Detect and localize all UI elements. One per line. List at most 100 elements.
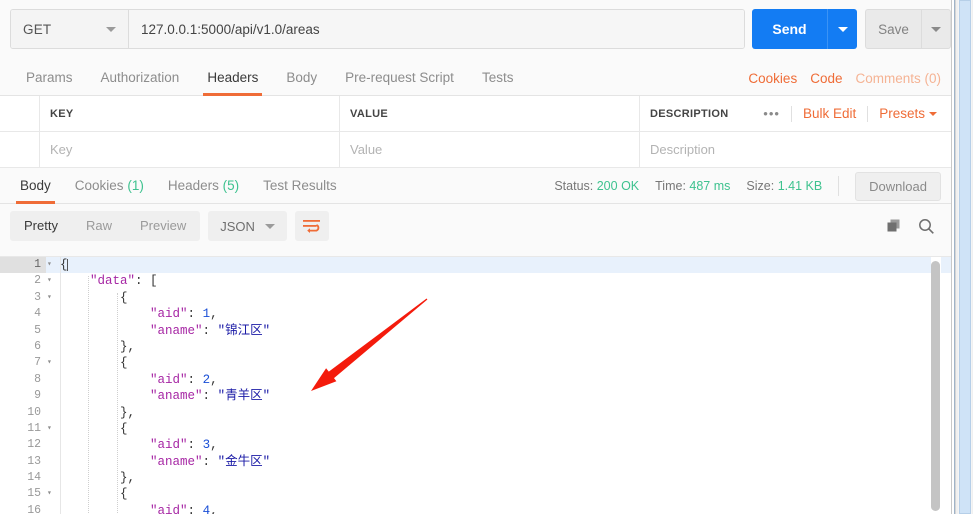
code-line[interactable]: 12 "aid": 3,: [0, 437, 951, 453]
code-line[interactable]: 1 ▾{: [0, 257, 951, 274]
indent-guide: [117, 293, 118, 514]
bulk-edit-button[interactable]: Bulk Edit: [803, 106, 856, 121]
tab-authorization[interactable]: Authorization: [87, 60, 194, 95]
code-line[interactable]: 15 ▾ {: [0, 486, 951, 502]
response-tab-test-results[interactable]: Test Results: [251, 168, 349, 203]
view-mode-pretty[interactable]: Pretty: [10, 211, 72, 241]
code-text: "aid": 2,: [150, 372, 218, 387]
divider: [867, 105, 869, 122]
fold-toggle-icon[interactable]: ▾: [46, 421, 60, 437]
fold-toggle-icon[interactable]: ▾: [46, 290, 60, 306]
code-line[interactable]: 9 "aname": "青羊区": [0, 388, 951, 404]
tab-body[interactable]: Body: [272, 60, 331, 95]
format-select[interactable]: JSON: [208, 211, 287, 241]
search-button[interactable]: [918, 218, 935, 235]
code-line[interactable]: 7 ▾ {: [0, 355, 951, 371]
fold-toggle-icon[interactable]: ▾: [46, 273, 60, 289]
send-button-group: Send: [752, 9, 857, 49]
view-mode-raw[interactable]: Raw: [72, 211, 126, 241]
response-meta: Status: 200 OK Time: 487 ms Size: 1.41 K…: [554, 168, 941, 204]
code-line[interactable]: 2 ▾ "data": [: [0, 273, 951, 289]
cookies-link[interactable]: Cookies: [748, 71, 797, 86]
send-options-button[interactable]: [827, 9, 857, 49]
code-line[interactable]: 8 "aid": 2,: [0, 372, 951, 388]
send-button[interactable]: Send: [752, 9, 827, 49]
response-tab-body[interactable]: Body: [8, 168, 63, 204]
value-placeholder: Value: [350, 142, 383, 157]
code-text: },: [60, 471, 136, 486]
code-line[interactable]: 6 },: [0, 339, 951, 355]
save-options-button[interactable]: [921, 9, 951, 49]
divider: [838, 176, 840, 196]
code-line[interactable]: 10 },: [0, 405, 951, 421]
line-number: 5: [34, 323, 41, 337]
request-tab-actions: Cookies Code Comments (0): [748, 60, 941, 96]
tab-label: Headers: [207, 70, 259, 85]
row-checkbox-cell[interactable]: [0, 132, 40, 167]
code-text: "aname": "锦江区": [150, 323, 271, 338]
row-key-cell[interactable]: Key: [40, 132, 340, 167]
line-number: 10: [27, 405, 41, 419]
comments-link[interactable]: Comments (0): [855, 71, 941, 86]
request-url-input[interactable]: [129, 10, 744, 48]
indent-guide: [88, 276, 89, 514]
row-value-cell[interactable]: Value: [340, 132, 640, 167]
fold-toggle-icon[interactable]: ▾: [46, 486, 60, 502]
copy-button[interactable]: [886, 218, 902, 234]
code-text: "aname": "金牛区": [150, 454, 271, 469]
more-options-icon[interactable]: •••: [763, 107, 780, 120]
response-tab-headers[interactable]: Headers (5): [156, 168, 251, 203]
request-tab-bar: Params Authorization Headers Body Pre-re…: [0, 60, 951, 96]
tab-tests[interactable]: Tests: [468, 60, 528, 95]
code-line[interactable]: 13 "aname": "金牛区": [0, 454, 951, 470]
tab-pre-request-script[interactable]: Pre-request Script: [331, 60, 468, 95]
text-cursor: [66, 258, 68, 271]
row-description-cell[interactable]: Description: [640, 132, 951, 167]
code-text: "aid": 4,: [150, 503, 218, 514]
response-tab-cookies[interactable]: Cookies (1): [63, 168, 156, 203]
code-text: "data": [: [90, 274, 158, 289]
code-line[interactable]: 5 "aname": "锦江区": [0, 323, 951, 339]
save-button[interactable]: Save: [865, 9, 921, 49]
time-label: Time:: [655, 179, 686, 193]
response-body-viewer[interactable]: 1 ▾{2 ▾ "data": [3 ▾ {4 "aid": 1, 5 "aname":…: [0, 256, 951, 514]
word-wrap-button[interactable]: [294, 211, 329, 241]
window-scrollbar[interactable]: [955, 0, 973, 514]
http-method-select[interactable]: GET: [11, 10, 129, 48]
code-line[interactable]: 14 },: [0, 470, 951, 486]
code-line[interactable]: 4 "aid": 1,: [0, 306, 951, 322]
code-line[interactable]: 11 ▾ {: [0, 421, 951, 437]
copy-icon: [887, 219, 900, 232]
status-badge: 200 OK: [596, 179, 640, 193]
tab-params[interactable]: Params: [12, 60, 87, 95]
scrollbar-thumb[interactable]: [959, 0, 971, 514]
chevron-down-icon: [106, 26, 116, 32]
code-line[interactable]: 3 ▾ {: [0, 290, 951, 306]
search-icon: [919, 218, 934, 234]
view-mode-segmented-control: Pretty Raw Preview: [10, 211, 201, 241]
response-tab-bar: Body Cookies (1) Headers (5) Test Result…: [0, 168, 951, 204]
json-code-block[interactable]: 1 ▾{2 ▾ "data": [3 ▾ {4 "aid": 1, 5 "aname":…: [0, 257, 951, 514]
presets-button[interactable]: Presets: [879, 106, 937, 121]
tab-label: Body: [20, 178, 51, 193]
time-meta: Time: 487 ms: [655, 179, 730, 193]
code-text: "aname": "青羊区": [150, 389, 271, 404]
response-body-scrollbar[interactable]: [931, 257, 941, 514]
view-mode-preview[interactable]: Preview: [126, 211, 200, 241]
scrollbar-thumb[interactable]: [931, 261, 940, 511]
headers-table-empty-row[interactable]: Key Value Description: [0, 132, 951, 168]
code-text: },: [60, 339, 136, 354]
tab-headers[interactable]: Headers: [193, 60, 272, 96]
size-label: Size:: [746, 179, 775, 193]
fold-toggle-icon[interactable]: ▾: [46, 355, 60, 371]
cookies-count: (1): [127, 178, 144, 193]
fold-toggle-icon[interactable]: ▾: [46, 257, 60, 273]
code-line[interactable]: 16 "aid": 4,: [0, 503, 951, 514]
download-button[interactable]: Download: [855, 171, 941, 201]
line-number: 16: [27, 503, 41, 514]
http-method-label: GET: [23, 21, 52, 37]
code-link[interactable]: Code: [810, 71, 842, 86]
postman-content: GET Send Save Params Authorization Heade…: [0, 0, 951, 514]
code-text: "aid": 3,: [150, 438, 218, 453]
gutter-divider: [60, 257, 61, 514]
